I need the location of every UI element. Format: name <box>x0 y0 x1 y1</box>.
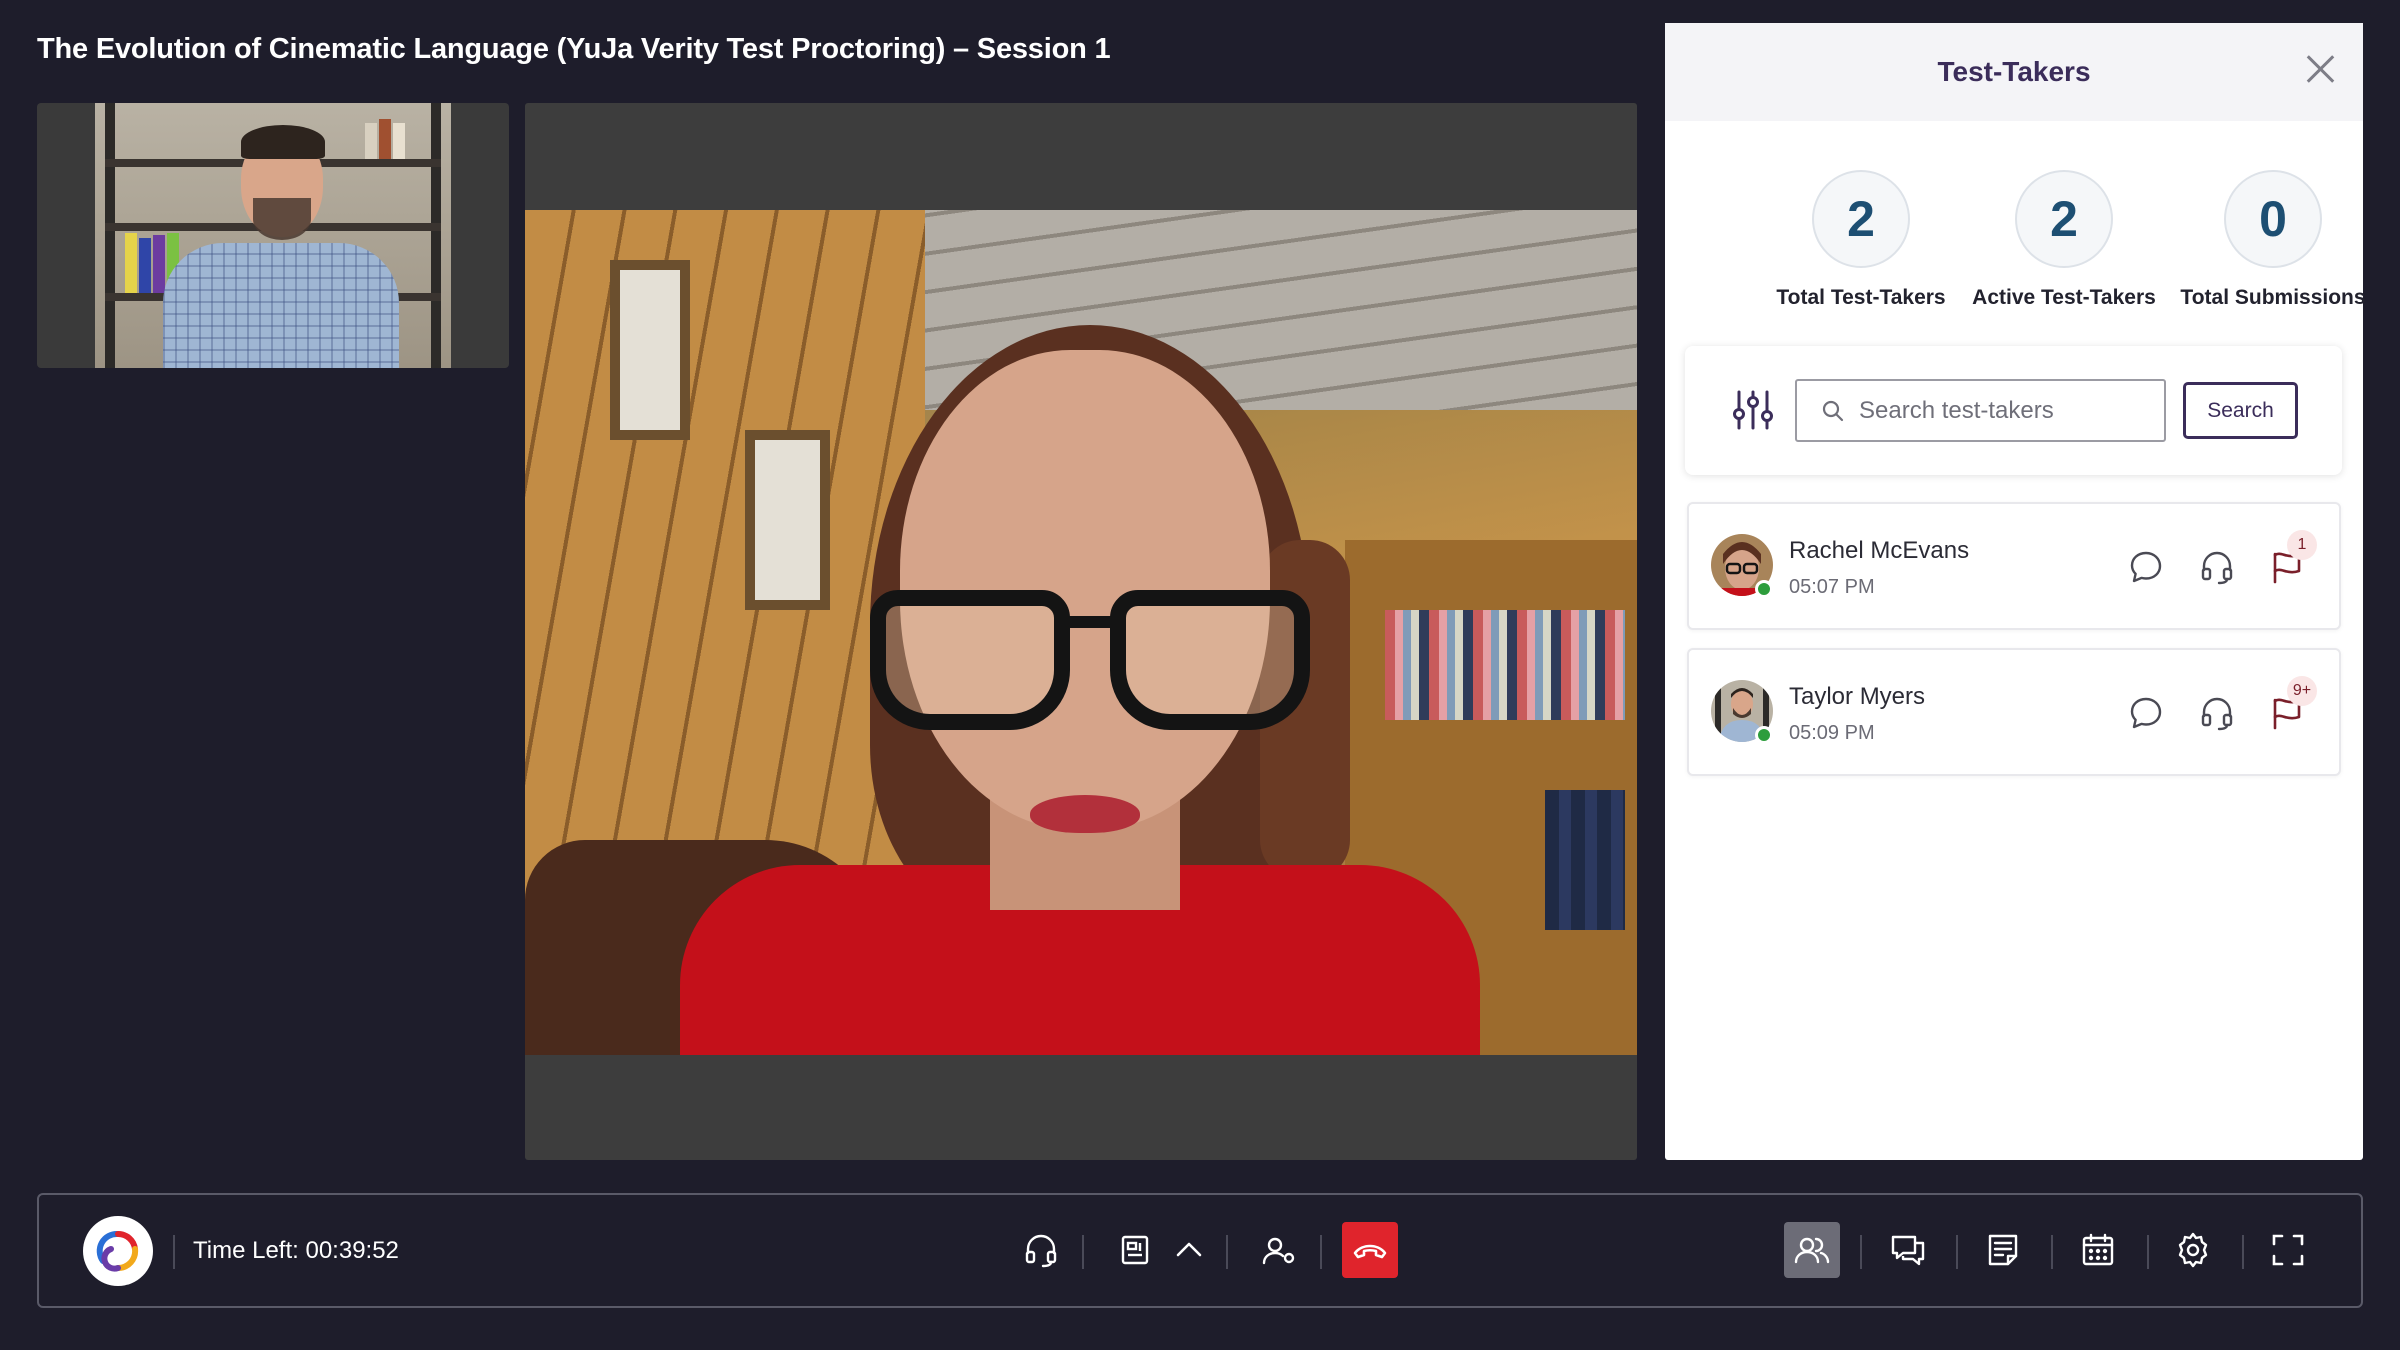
divider <box>173 1235 175 1269</box>
participants-icon <box>1794 1237 1830 1264</box>
time-left: Time Left: 00:39:52 <box>193 1237 399 1264</box>
headphones-button[interactable] <box>1013 1222 1069 1278</box>
online-status-dot <box>1755 726 1773 744</box>
search-field[interactable] <box>1795 379 2166 442</box>
headset-icon[interactable] <box>2198 694 2236 732</box>
user-settings-icon <box>1262 1237 1295 1265</box>
gear-icon <box>2178 1232 2208 1268</box>
yuja-logo-icon <box>83 1216 153 1286</box>
flag-count-badge: 1 <box>2287 530 2317 560</box>
test-takers-panel: Test-Takers 2 Total Test-Takers 2 Active… <box>1665 23 2366 1160</box>
panel-title: Test-Takers <box>1937 56 2091 87</box>
layout-button[interactable] <box>1107 1222 1163 1278</box>
settings-button[interactable] <box>2165 1222 2221 1278</box>
chevron-up-icon <box>1176 1242 1202 1257</box>
flag-count-badge: 9+ <box>2287 676 2317 706</box>
stat-total-test-takers: 2 Total Test-Takers <box>1751 170 1971 310</box>
chat-bubble-icon[interactable] <box>2127 548 2165 586</box>
notes-icon <box>1988 1234 2018 1266</box>
search-icon <box>1822 400 1844 421</box>
stat-label: Total Submissions <box>2180 286 2366 309</box>
user-settings-button[interactable] <box>1251 1222 1307 1278</box>
end-call-button[interactable] <box>1342 1222 1398 1278</box>
hang-up-icon <box>1353 1244 1387 1259</box>
fullscreen-icon <box>2272 1234 2304 1266</box>
headset-icon[interactable] <box>2198 548 2236 586</box>
stat-value: 2 <box>1812 170 1910 268</box>
close-icon[interactable] <box>2305 54 2335 84</box>
search-button[interactable]: Search <box>2183 382 2298 439</box>
divider <box>1956 1235 1958 1269</box>
panel-header: Test-Takers <box>1665 23 2363 121</box>
divider <box>1226 1235 1228 1269</box>
divider <box>1860 1235 1862 1269</box>
divider <box>1082 1235 1084 1269</box>
stat-label: Total Test-Takers <box>1776 286 1946 309</box>
divider <box>2242 1235 2244 1269</box>
video-feed-image <box>95 103 451 368</box>
divider <box>2147 1235 2149 1269</box>
divider <box>2051 1235 2053 1269</box>
chat-icon <box>1891 1235 1925 1266</box>
expand-layout-button[interactable] <box>1161 1222 1217 1278</box>
divider <box>1320 1235 1322 1269</box>
headphones-icon <box>1025 1234 1057 1268</box>
stat-total-submissions: 0 Total Submissions <box>2163 170 2383 310</box>
proctor-video-thumbnail[interactable] <box>37 103 509 368</box>
session-title: The Evolution of Cinematic Language (YuJ… <box>37 33 1111 65</box>
layout-icon <box>1121 1235 1149 1265</box>
test-taker-time: 05:07 PM <box>1789 576 1875 598</box>
notes-button[interactable] <box>1975 1222 2031 1278</box>
stat-active-test-takers: 2 Active Test-Takers <box>1954 170 2174 310</box>
test-taker-time: 05:09 PM <box>1789 722 1875 744</box>
test-taker-card[interactable]: Taylor Myers 05:09 PM 9+ <box>1687 648 2341 776</box>
test-taker-name: Rachel McEvans <box>1789 537 1970 564</box>
bottom-toolbar: Time Left: 00:39:52 <box>37 1193 2363 1308</box>
chat-bubble-icon[interactable] <box>2127 694 2165 732</box>
calendar-icon <box>2082 1233 2114 1266</box>
main-video-feed[interactable] <box>525 103 1637 1160</box>
stat-label: Active Test-Takers <box>1972 286 2156 309</box>
test-taker-name: Taylor Myers <box>1789 683 1926 710</box>
online-status-dot <box>1755 580 1773 598</box>
filter-icon[interactable] <box>1731 388 1775 432</box>
search-input[interactable] <box>1859 396 2159 425</box>
calendar-button[interactable] <box>2070 1222 2126 1278</box>
test-taker-card[interactable]: Rachel McEvans 05:07 PM 1 <box>1687 502 2341 630</box>
chat-button[interactable] <box>1880 1222 1936 1278</box>
participants-button[interactable] <box>1784 1222 1840 1278</box>
fullscreen-button[interactable] <box>2260 1222 2316 1278</box>
search-card: Search <box>1685 346 2342 475</box>
stat-value: 2 <box>2015 170 2113 268</box>
stat-value: 0 <box>2224 170 2322 268</box>
video-feed-image <box>525 210 1637 1055</box>
